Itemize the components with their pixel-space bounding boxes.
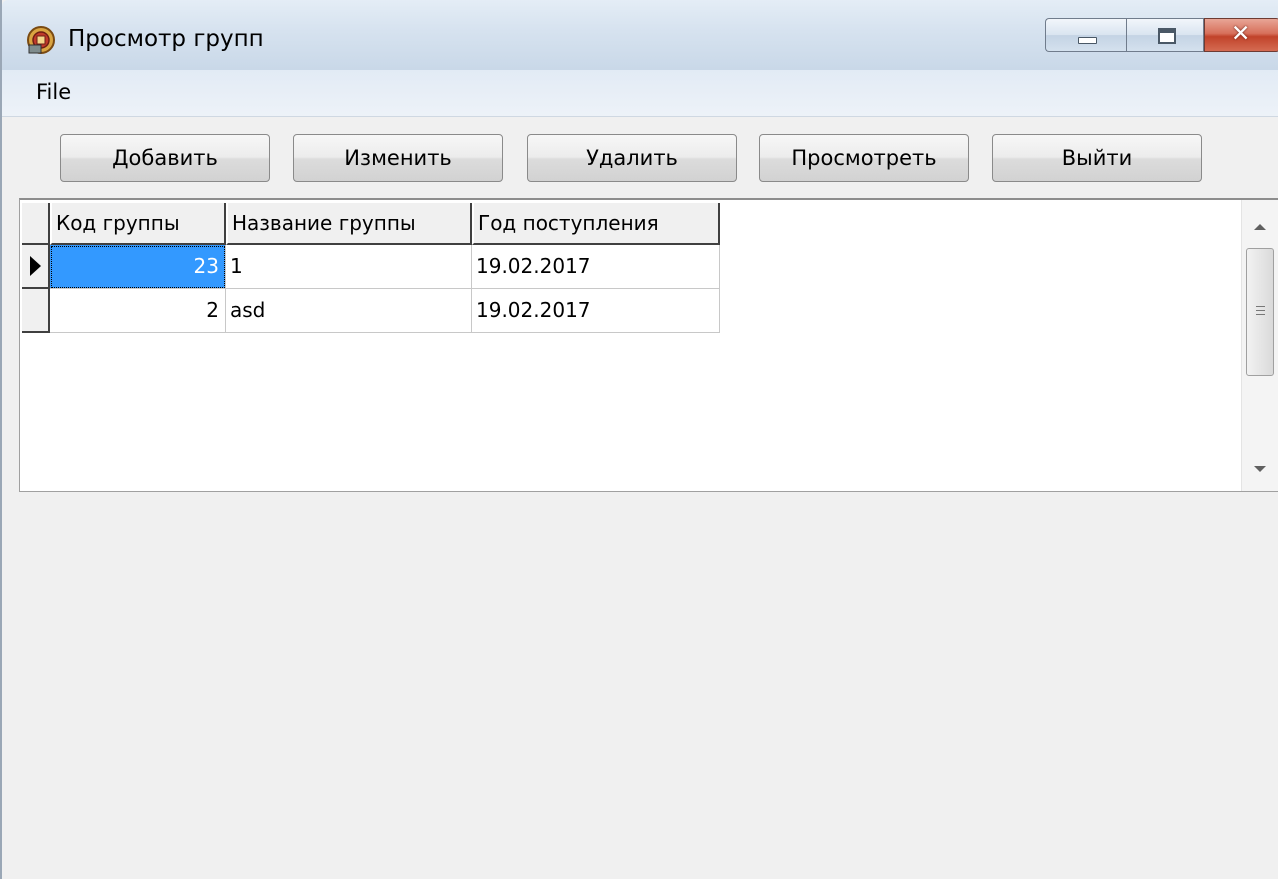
minimize-button[interactable]: [1045, 18, 1126, 52]
table-cell-code[interactable]: 23: [50, 245, 226, 289]
title-bar[interactable]: Просмотр групп ✕: [2, 0, 1278, 70]
close-icon: ✕: [1231, 21, 1251, 47]
column-header-code[interactable]: Код группы: [50, 203, 226, 245]
column-header-year[interactable]: Год поступления: [472, 203, 720, 245]
grip-icon: [1256, 306, 1265, 316]
exit-button[interactable]: Выйти: [992, 134, 1202, 182]
details-panel: [2, 493, 1278, 879]
vertical-scrollbar[interactable]: [1241, 200, 1278, 491]
edit-button[interactable]: Изменить: [293, 134, 503, 182]
scroll-down-icon[interactable]: [1254, 466, 1266, 472]
grid-corner: [22, 203, 50, 245]
view-button[interactable]: Просмотреть: [759, 134, 969, 182]
menu-file[interactable]: File: [36, 80, 71, 104]
maximize-button[interactable]: [1126, 18, 1204, 52]
group-view-window: Просмотр групп ✕ File Добавить Изменить …: [0, 0, 1278, 879]
menu-bar: File: [2, 70, 1278, 117]
delete-button[interactable]: Удалить: [527, 134, 737, 182]
table-cell-name[interactable]: asd: [226, 289, 472, 333]
add-button[interactable]: Добавить: [60, 134, 270, 182]
groups-grid[interactable]: Код группы Название группы Год поступлен…: [19, 198, 1278, 492]
database-app-icon: [27, 26, 55, 54]
current-row-arrow-icon: [30, 256, 41, 276]
table-cell-year[interactable]: 19.02.2017: [472, 289, 720, 333]
table-cell-name[interactable]: 1: [226, 245, 472, 289]
close-button[interactable]: ✕: [1204, 18, 1278, 52]
maximize-icon: [1158, 28, 1176, 44]
window-title: Просмотр групп: [68, 26, 264, 52]
row-indicator[interactable]: [22, 245, 50, 289]
column-header-name[interactable]: Название группы: [226, 203, 472, 245]
table-cell-code[interactable]: 2: [50, 289, 226, 333]
row-indicator[interactable]: [22, 289, 50, 333]
scroll-up-icon[interactable]: [1254, 224, 1266, 230]
minimize-icon: [1078, 37, 1097, 44]
table-cell-year[interactable]: 19.02.2017: [472, 245, 720, 289]
scroll-thumb[interactable]: [1246, 248, 1274, 376]
